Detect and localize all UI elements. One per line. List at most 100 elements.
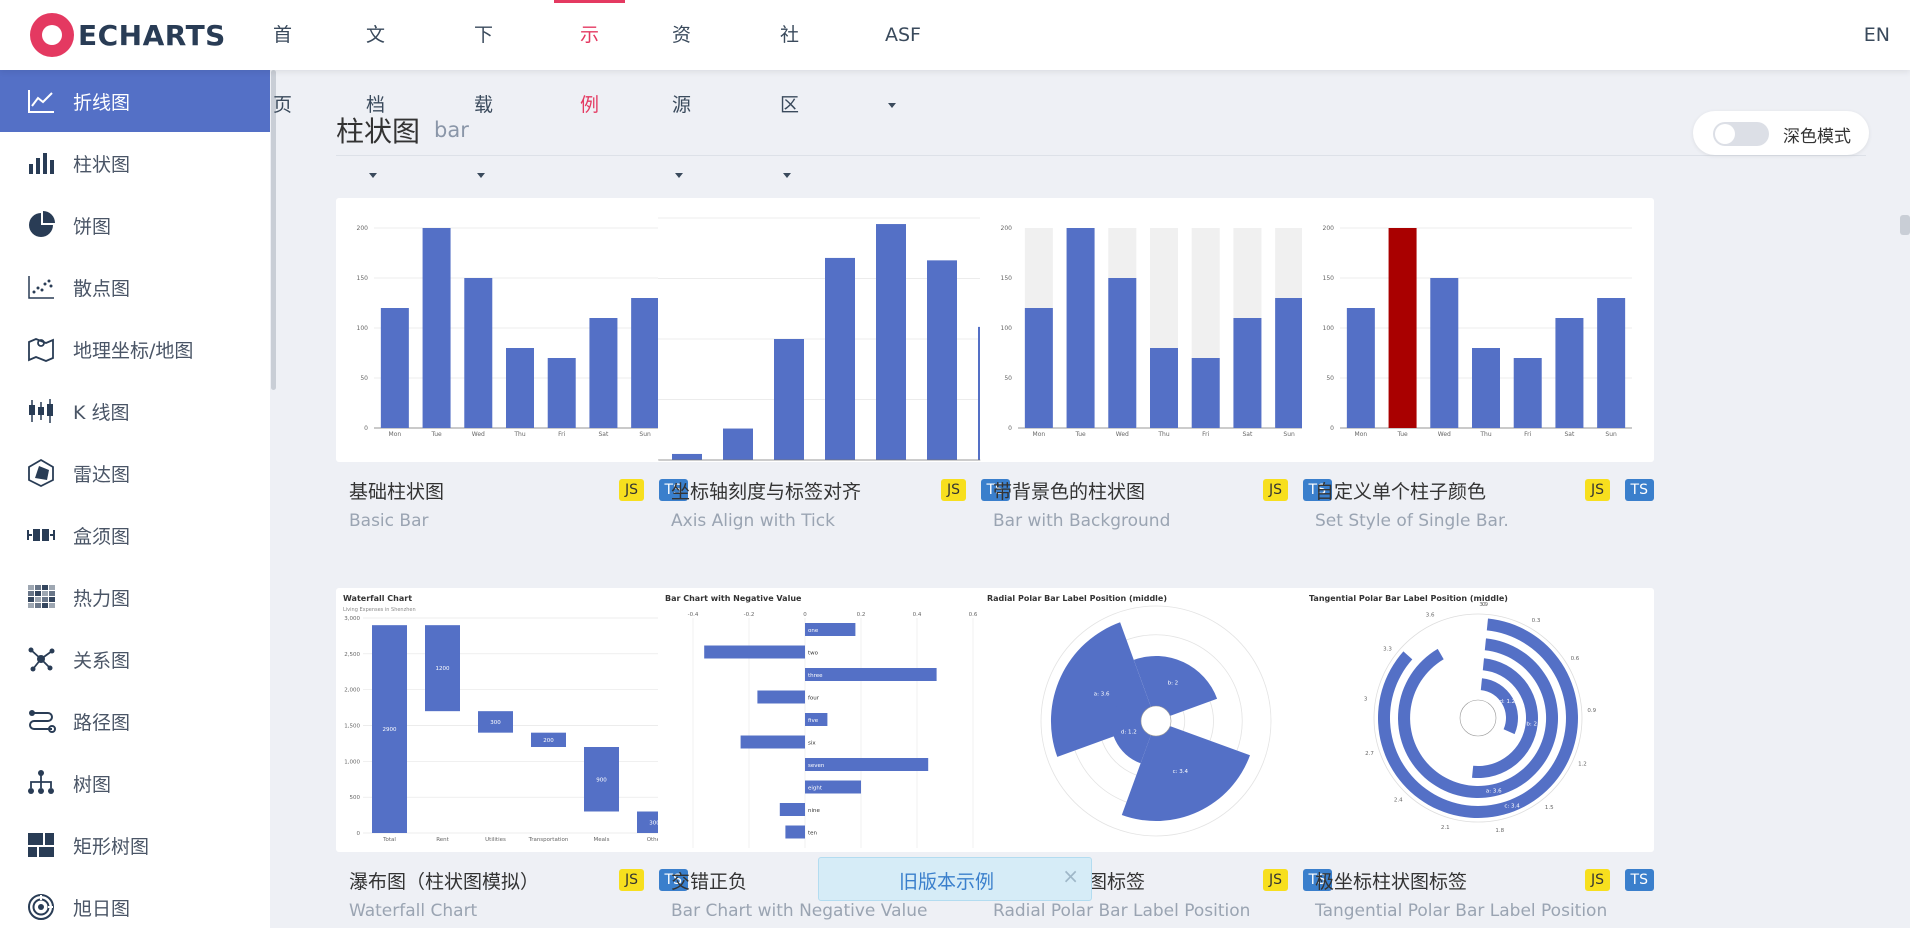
example-title[interactable]: 自定义单个柱子颜色 — [1315, 481, 1486, 503]
nav-item-5[interactable]: 社区 — [780, 0, 799, 178]
sidebar-item-line-chart[interactable]: 折线图 — [0, 70, 270, 132]
nav-item-1[interactable]: 文档 — [366, 0, 385, 178]
example-thumbnail[interactable]: 0 50 100 150 200 Mon Tue Wed Thu Fri Sat Sun — [336, 198, 688, 462]
y-tick-label: 100 — [357, 325, 369, 332]
chart-thumbnail[interactable]: Radial Polar Bar Label Position (middle)… — [980, 588, 1332, 852]
example-title-row: 带背景色的柱状图 JS TS — [980, 477, 1332, 503]
example-card[interactable]: 0 50 100 150 200 Mon Tue Wed Thu Fri Sat Sun 自定义单个柱子… — [1302, 198, 1654, 531]
chart-thumbnail[interactable] — [658, 198, 1010, 462]
angle-tick-label: 0.6 — [1571, 656, 1580, 662]
sidebar-item-label: 饼图 — [73, 215, 112, 238]
example-thumbnail[interactable]: Bar Chart with Negative Value -0.4 -0.2 0 0.… — [658, 588, 1010, 852]
sidebar-item-radar[interactable]: 雷达图 — [0, 442, 270, 504]
example-thumbnail[interactable]: Waterfall Chart Living Expenses in Shenzh… — [336, 588, 688, 852]
toast-text[interactable]: 旧版本示例 — [899, 867, 994, 894]
example-card[interactable]: Tangential Polar Bar Label Position (mid… — [1302, 588, 1654, 921]
example-card[interactable]: 0 50 100 150 200 Mon Tue Wed Thu Fri Sat Sun 基础柱状图 J… — [336, 198, 688, 531]
example-card[interactable]: 坐标轴刻度与标签对齐 JS TS Axis Align with Tick — [658, 198, 1010, 531]
sidebar-item-candlestick[interactable]: K 线图 — [0, 380, 270, 442]
example-thumbnail[interactable]: Radial Polar Bar Label Position (middle)… — [980, 588, 1332, 852]
js-badge[interactable]: JS — [618, 479, 644, 501]
example-subtitle: Tangential Polar Bar Label Position — [1315, 901, 1608, 921]
chart-thumbnail[interactable]: Bar Chart with Negative Value -0.4 -0.2 0 0.… — [658, 588, 1010, 852]
sidebar-item-treemap[interactable]: 矩形树图 — [0, 814, 270, 876]
sidebar-item-boxplot[interactable]: 盒须图 — [0, 504, 270, 566]
chart-thumbnail[interactable]: Waterfall Chart Living Expenses in Shenzh… — [336, 588, 688, 852]
js-badge[interactable]: JS — [618, 869, 644, 891]
sidebar-item-pie-chart[interactable]: 饼图 — [0, 194, 270, 256]
bar — [1233, 318, 1262, 428]
page-scrollbar[interactable] — [1900, 215, 1910, 235]
example-title[interactable]: 基础柱状图 — [349, 481, 444, 503]
example-title[interactable]: 交错正负 — [671, 871, 747, 893]
sidebar-item-graph[interactable]: 关系图 — [0, 628, 270, 690]
sidebar-item-label: 矩形树图 — [73, 835, 150, 858]
bar-chart-icon — [26, 148, 56, 178]
sidebar-item-map[interactable]: 地理坐标/地图 — [0, 318, 270, 380]
x-tick-label: Transportation — [528, 837, 569, 843]
example-thumbnail[interactable] — [658, 198, 1010, 462]
x-tick-label: Tue — [1074, 431, 1086, 438]
top-navbar: ECHARTS 首页 文档 下载 示例 资源 社区 ASF EN — [0, 0, 1910, 178]
example-card[interactable]: 0 50 100 150 200 Mon Tue Wed Thu Fri Sat Sun 带背景色的柱状… — [980, 198, 1332, 531]
bar — [1555, 318, 1584, 428]
x-tick-label: Meals — [594, 837, 610, 843]
old-version-toast[interactable]: 旧版本示例 × — [818, 857, 1092, 901]
bar — [422, 228, 451, 428]
js-badge[interactable]: JS — [1584, 479, 1610, 501]
language-switch[interactable]: EN — [1864, 0, 1890, 70]
js-badge[interactable]: JS — [1262, 479, 1288, 501]
sidebar-item-heatmap[interactable]: 热力图 — [0, 566, 270, 628]
lines-icon — [26, 706, 56, 736]
ts-badge[interactable]: TS — [1624, 869, 1654, 891]
chart-thumbnail[interactable]: Tangential Polar Bar Label Position (mid… — [1302, 588, 1654, 852]
y-tick-label: 0 — [364, 425, 368, 432]
example-title[interactable]: 带背景色的柱状图 — [993, 481, 1145, 503]
dark-mode-toggle[interactable]: 深色模式 — [1693, 111, 1869, 155]
bar-label: d: 1.2 — [1499, 699, 1515, 705]
chart-thumbnail[interactable]: 0 50 100 150 200 Mon Tue Wed Thu Fri Sat Sun — [1302, 198, 1654, 462]
x-tick-label: Thu — [1157, 431, 1169, 438]
y-tick-label: 500 — [350, 795, 361, 801]
js-badge[interactable]: JS — [1262, 869, 1288, 891]
js-badge[interactable]: JS — [1584, 869, 1610, 891]
example-title[interactable]: 坐标轴刻度与标签对齐 — [671, 481, 861, 503]
nav-item-4[interactable]: 资源 — [672, 0, 691, 178]
y-tick-label: 2,500 — [344, 652, 360, 658]
chevron-down-icon — [783, 173, 791, 178]
example-subtitle: Radial Polar Bar Label Position — [993, 901, 1251, 921]
chart-thumbnail[interactable]: 0 50 100 150 200 Mon Tue Wed Thu Fri Sat Sun — [980, 198, 1332, 462]
example-thumbnail[interactable]: Tangential Polar Bar Label Position (mid… — [1302, 588, 1654, 852]
bar — [723, 428, 753, 460]
sidebar-item-scatter-chart[interactable]: 散点图 — [0, 256, 270, 318]
x-tick-label: Sat — [1565, 431, 1575, 438]
nav-item-3[interactable]: 示例 — [553, 0, 626, 116]
examples-main: 柱状图 bar 深色模式 0 50 100 150 200 Mon Tue Wed Thu Fri… — [276, 70, 1910, 928]
chevron-down-icon — [675, 173, 683, 178]
sidebar-item-sunburst[interactable]: 旭日图 — [0, 876, 270, 928]
ts-badge[interactable]: TS — [1624, 479, 1654, 501]
angle-tick-label: 0.3 — [1532, 618, 1541, 624]
nav-item-0[interactable]: 首页 — [273, 0, 292, 116]
nav-item-2[interactable]: 下载 — [474, 0, 493, 178]
y-tick-label: 150 — [1323, 275, 1335, 282]
example-title[interactable]: 瀑布图（柱状图模拟） — [349, 871, 539, 893]
nav-item-6[interactable]: ASF — [885, 0, 921, 108]
sidebar-item-bar-chart[interactable]: 柱状图 — [0, 132, 270, 194]
sidebar-item-lines[interactable]: 路径图 — [0, 690, 270, 752]
close-icon[interactable]: × — [1062, 864, 1079, 888]
example-card[interactable]: Waterfall Chart Living Expenses in Shenzh… — [336, 588, 688, 921]
sidebar-item-label: 盒须图 — [73, 525, 131, 548]
js-badge[interactable]: JS — [940, 479, 966, 501]
toggle-switch[interactable] — [1713, 122, 1769, 146]
echarts-logo[interactable]: ECHARTS — [30, 13, 226, 57]
sidebar-item-tree[interactable]: 树图 — [0, 752, 270, 814]
candlestick-icon — [26, 396, 56, 426]
example-thumbnail[interactable]: 0 50 100 150 200 Mon Tue Wed Thu Fri Sat Sun — [980, 198, 1332, 462]
chart-thumbnail[interactable]: 0 50 100 150 200 Mon Tue Wed Thu Fri Sat Sun — [336, 198, 688, 462]
example-thumbnail[interactable]: 0 50 100 150 200 Mon Tue Wed Thu Fri Sat Sun — [1302, 198, 1654, 462]
nav-item-label: 下载 — [474, 24, 494, 116]
bar-label: b: 2 — [1168, 681, 1179, 687]
example-title[interactable]: 极坐标柱状图标签 — [1315, 871, 1467, 893]
angle-tick-label: 3.9 — [1479, 602, 1488, 608]
